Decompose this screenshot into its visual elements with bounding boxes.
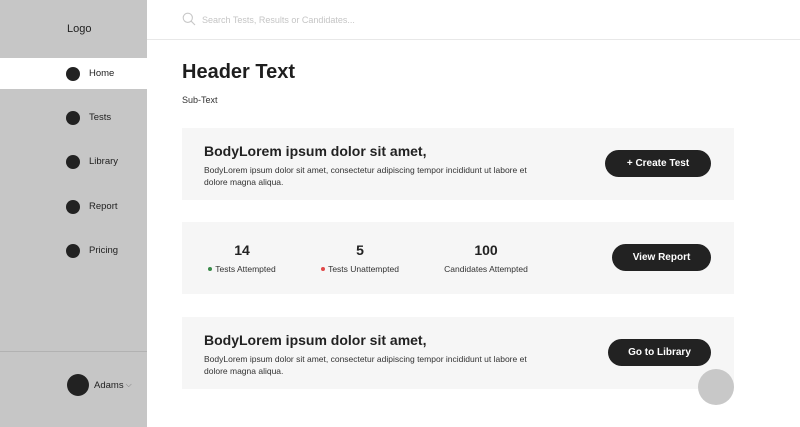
report-icon [66, 199, 80, 214]
tests-icon [66, 110, 80, 125]
library-icon [66, 154, 80, 169]
create-test-button[interactable]: + Create Test [605, 150, 711, 177]
card-title: BodyLorem ipsum dolor sit amet, [204, 143, 427, 159]
sidebar-item-label: Pricing [89, 245, 119, 256]
sidebar-item-label: Report [89, 201, 118, 212]
sidebar-item-pricing[interactable]: Pricing [0, 235, 147, 266]
go-to-library-button[interactable]: Go to Library [608, 339, 711, 366]
stat-label: Candidates Attempted [444, 264, 528, 274]
page-title: Header Text [182, 61, 296, 83]
stat-label-row: Tests Attempted [182, 264, 302, 274]
stat-label-row: Tests Unattempted [300, 264, 420, 274]
chevron-down-icon: ⌵ [125, 380, 132, 389]
logo: Logo [67, 23, 92, 35]
card-body: BodyLorem ipsum dolor sit amet, consecte… [204, 354, 527, 376]
search-input[interactable] [202, 12, 502, 28]
sidebar-divider [0, 351, 147, 352]
avatar [67, 374, 89, 396]
sidebar-item-home[interactable]: Home [0, 58, 147, 89]
app: Logo Home Tests Library Report Pricing A… [0, 0, 800, 427]
sidebar: Logo Home Tests Library Report Pricing A… [0, 0, 147, 427]
card-title: BodyLorem ipsum dolor sit amet, [204, 332, 427, 348]
floating-action-button[interactable] [698, 369, 734, 405]
status-dot-green [208, 267, 213, 271]
search-icon [182, 12, 196, 26]
sidebar-item-label: Tests [89, 112, 112, 123]
status-dot-red [321, 267, 326, 271]
stat-value: 14 [234, 242, 250, 258]
user-menu[interactable]: Adams ⌵ [67, 374, 132, 396]
sidebar-item-label: Library [89, 156, 119, 167]
sidebar-item-label: Home [89, 68, 115, 79]
stat-value: 100 [474, 242, 498, 258]
top-bar [147, 0, 800, 40]
stat-label: Tests Unattempted [328, 264, 399, 274]
sidebar-item-library[interactable]: Library [0, 146, 147, 177]
user-name: Adams [94, 379, 124, 391]
stat-value: 5 [356, 242, 364, 258]
sidebar-item-report[interactable]: Report [0, 191, 147, 222]
create-test-card: BodyLorem ipsum dolor sit amet, BodyLore… [182, 128, 734, 200]
library-card: BodyLorem ipsum dolor sit amet, BodyLore… [182, 317, 734, 389]
stat-candidates-attempted: 100 Candidates Attempted [426, 242, 546, 274]
view-report-button[interactable]: View Report [612, 244, 711, 271]
sidebar-item-tests[interactable]: Tests [0, 102, 147, 133]
stat-label: Tests Attempted [215, 264, 276, 274]
home-icon [66, 66, 80, 81]
stats-card: 14 Tests Attempted 5 Tests Unattempted 1… [182, 222, 734, 294]
page-subtitle: Sub-Text [182, 95, 218, 105]
stat-tests-unattempted: 5 Tests Unattempted [300, 242, 420, 274]
pricing-icon [66, 243, 80, 258]
card-body: BodyLorem ipsum dolor sit amet, consecte… [204, 165, 527, 187]
stat-tests-attempted: 14 Tests Attempted [182, 242, 302, 274]
